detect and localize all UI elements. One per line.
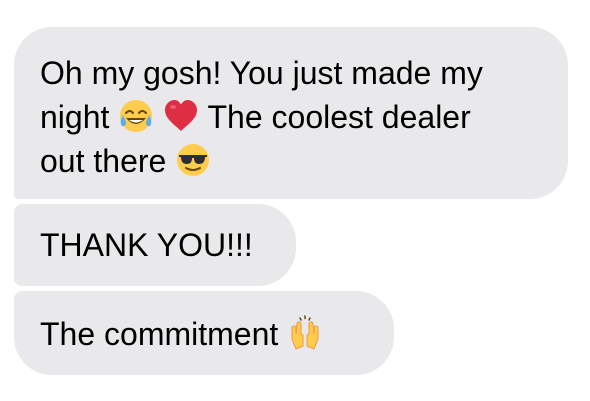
message-3-line: The commitment (40, 312, 374, 356)
message-1-line-2: night The coolest dealer (40, 95, 548, 139)
message-1-line-2-text-start: night (40, 99, 119, 135)
red-heart-emoji-icon (163, 98, 199, 134)
message-2-text: THANK YOU!!! (40, 227, 253, 263)
message-1-line-1: Oh my gosh! You just made my (40, 55, 483, 91)
tears-of-joy-emoji-icon (118, 98, 154, 134)
message-3-text: The commitment (40, 316, 288, 352)
message-1-line-2-text-end: The coolest dealer (207, 99, 471, 135)
raising-hands-emoji-icon (287, 315, 323, 351)
sunglasses-emoji-icon (175, 142, 211, 178)
message-bubble-2[interactable]: THANK YOU!!! (14, 204, 296, 286)
message-bubble-1[interactable]: Oh my gosh! You just made my night The c… (14, 27, 568, 199)
message-1-line-3-text: out there (40, 143, 176, 179)
message-bubble-3[interactable]: The commitment (14, 291, 394, 375)
message-1-line-3: out there (40, 139, 548, 183)
